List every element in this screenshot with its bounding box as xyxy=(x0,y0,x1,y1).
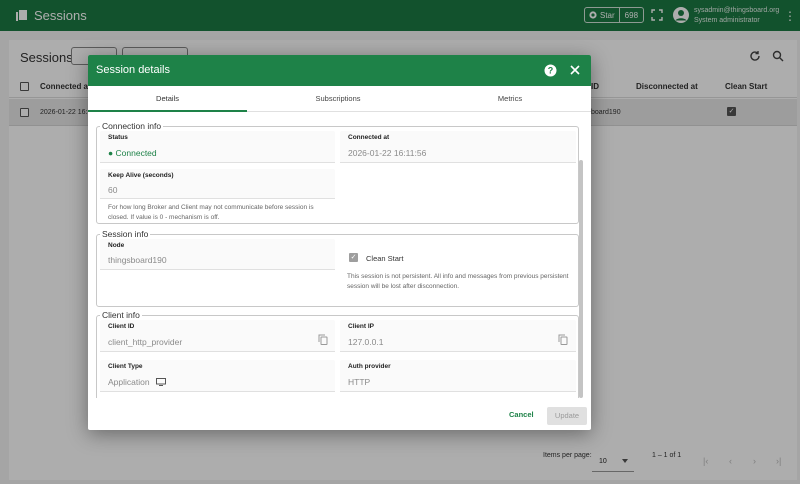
connected-at-field: Connected at 2026-01-22 16:11:56 xyxy=(340,131,576,163)
tab-details[interactable]: Details xyxy=(88,86,247,112)
connected-at-label: Connected at xyxy=(348,134,390,141)
client-type-value-wrap: Application xyxy=(108,377,166,387)
update-button[interactable]: Update xyxy=(547,407,587,425)
client-type-value: Application xyxy=(108,377,150,387)
keep-alive-value: 60 xyxy=(108,185,118,195)
node-value: thingsboard190 xyxy=(108,255,167,265)
auth-provider-label: Auth provider xyxy=(348,363,391,370)
client-id-field: Client ID client_http_provider xyxy=(100,320,335,352)
connected-at-value: 2026-01-22 16:11:56 xyxy=(348,148,427,158)
node-field: Node thingsboard190 xyxy=(100,239,335,270)
client-ip-field: Client IP 127.0.0.1 xyxy=(340,320,576,352)
client-type-field: Client Type Application xyxy=(100,360,335,392)
client-info-legend: Client info xyxy=(100,310,142,320)
clean-start-hint: This session is not persistent. All info… xyxy=(347,273,569,290)
keep-alive-label: Keep Alive (seconds) xyxy=(108,172,174,179)
tab-metrics[interactable]: Metrics xyxy=(430,86,590,112)
dialog-scrollbar[interactable] xyxy=(579,160,583,398)
client-type-label: Client Type xyxy=(108,363,143,370)
copy-icon[interactable] xyxy=(558,334,568,345)
status-label: Status xyxy=(108,134,128,141)
client-ip-label: Client IP xyxy=(348,323,375,330)
session-details-dialog: Session details ? Details Subscriptions … xyxy=(88,55,591,430)
help-icon[interactable]: ? xyxy=(544,64,557,77)
keep-alive-field[interactable]: Keep Alive (seconds) 60 xyxy=(100,169,335,199)
connection-info-legend: Connection info xyxy=(100,121,164,131)
node-label: Node xyxy=(108,242,125,249)
dialog-body: Connection info Status ● Connected Conne… xyxy=(88,112,591,398)
session-info-legend: Session info xyxy=(100,229,151,239)
client-id-label: Client ID xyxy=(108,323,135,330)
status-value: ● Connected xyxy=(108,148,157,158)
dialog-footer: Cancel Update xyxy=(88,398,591,430)
client-ip-value: 127.0.0.1 xyxy=(348,337,384,347)
copy-icon[interactable] xyxy=(318,334,328,345)
clean-start-label: Clean Start xyxy=(366,254,404,263)
tab-subscriptions[interactable]: Subscriptions xyxy=(258,86,418,112)
dialog-tabs: Details Subscriptions Metrics xyxy=(88,86,591,112)
dialog-header: Session details ? xyxy=(88,55,591,86)
status-dot-icon: ● xyxy=(108,148,114,158)
status-field: Status ● Connected xyxy=(100,131,335,163)
clean-start-checkbox[interactable]: ✓ xyxy=(349,253,358,262)
cancel-button[interactable]: Cancel xyxy=(509,407,534,423)
dialog-title: Session details xyxy=(96,64,170,76)
keep-alive-hint: For how long Broker and Client may not c… xyxy=(108,204,314,221)
auth-provider-value: HTTP xyxy=(348,377,371,387)
svg-text:?: ? xyxy=(548,66,554,76)
client-id-value: client_http_provider xyxy=(108,337,183,347)
close-icon[interactable] xyxy=(569,64,581,76)
auth-provider-field: Auth provider HTTP xyxy=(340,360,576,392)
monitor-icon xyxy=(155,378,166,386)
